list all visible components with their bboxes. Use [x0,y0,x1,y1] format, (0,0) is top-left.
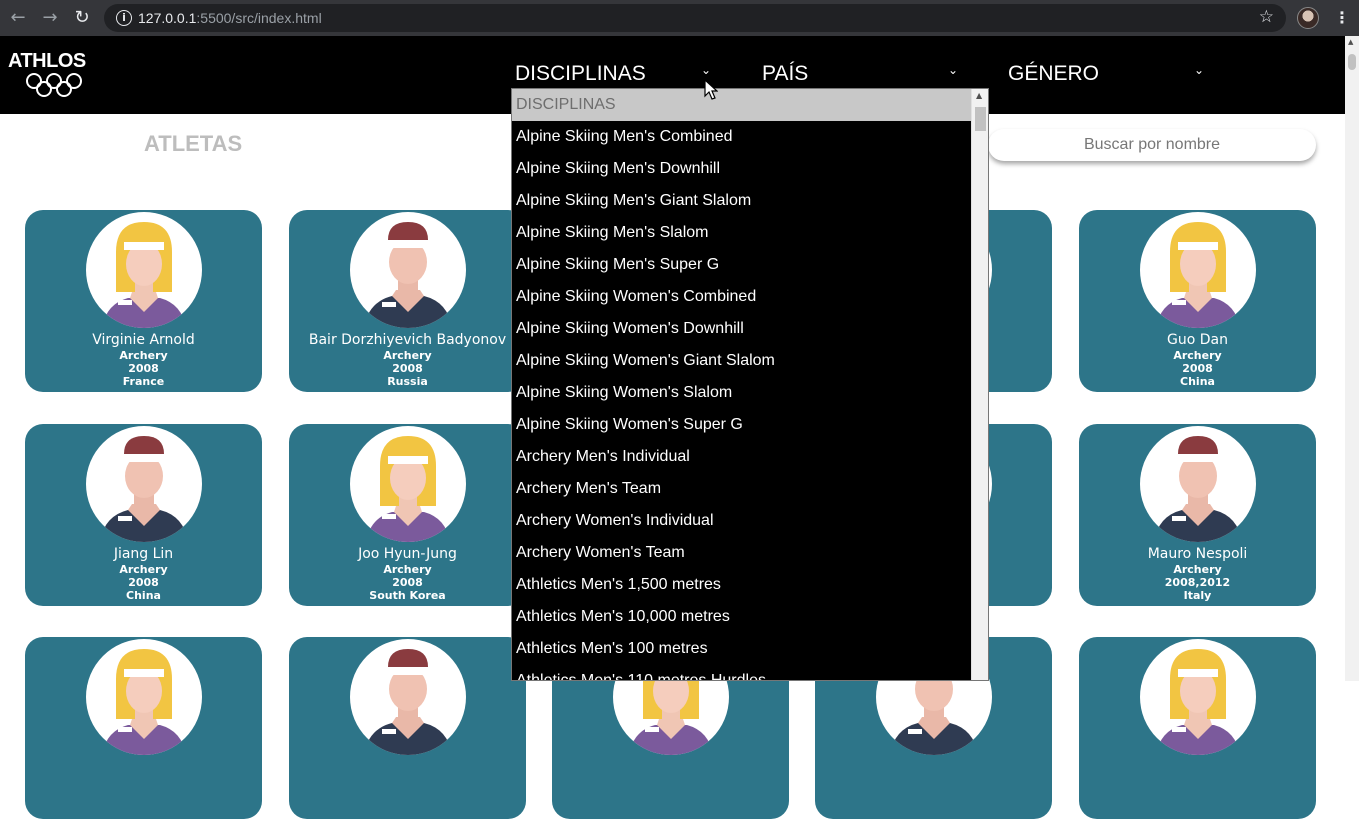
athlete-card[interactable]: Mauro Nespoli Archery 2008,2012 Italy [1079,424,1316,606]
athlete-country: Russia [387,375,428,388]
athlete-sport: Archery [119,563,168,576]
athlete-year: 2008 [128,576,159,589]
dropdown-option[interactable]: Alpine Skiing Women's Slalom [512,377,971,409]
dropdown-option[interactable]: Athletics Men's 110 metres Hurdles [512,665,971,680]
filter-disciplinas[interactable]: DISCIPLINAS ⌄ [515,60,715,90]
athlete-card[interactable] [1079,637,1316,819]
site-info-icon[interactable]: i [116,10,132,26]
athlete-sport: Archery [383,563,432,576]
filter-pais-label: PAÍS [762,62,809,85]
athlete-country: Italy [1183,589,1212,602]
dropdown-option[interactable]: Athletics Men's 10,000 metres [512,601,971,633]
athlete-year: 2008 [128,362,159,375]
athlete-country: China [126,589,161,602]
search-input[interactable]: Buscar por nombre [988,129,1316,161]
athlete-name: Guo Dan [1167,332,1228,348]
athlete-year: 2008,2012 [1164,576,1231,589]
female-athlete-icon [350,426,466,542]
disciplinas-dropdown-list[interactable]: DISCIPLINAS Alpine Skiing Men's Combined… [511,88,989,681]
page-title: ATLETAS [144,131,243,156]
dropdown-option[interactable]: Alpine Skiing Men's Combined [512,121,971,153]
athlete-year: 2008 [1182,362,1213,375]
athlete-sport: Archery [119,349,168,362]
athlete-country: China [1180,375,1215,388]
dropdown-option[interactable]: Alpine Skiing Men's Downhill [512,153,971,185]
dropdown-option-placeholder[interactable]: DISCIPLINAS [512,89,971,121]
browser-menu-icon[interactable]: ⋮ [1334,8,1350,28]
male-athlete-icon [350,639,466,755]
bookmark-star-icon[interactable]: ☆ [1259,7,1274,27]
athlete-card[interactable]: Joo Hyun-Jung Archery 2008 South Korea [289,424,526,606]
athlete-sport: Archery [1173,349,1222,362]
dropdown-option[interactable]: Alpine Skiing Men's Giant Slalom [512,185,971,217]
dropdown-option[interactable]: Archery Women's Team [512,537,971,569]
female-athlete-icon [86,212,202,328]
athlete-card[interactable]: Bair Dorzhiyevich Badyonov Archery 2008 Rus… [289,210,526,392]
athlos-logo[interactable]: ATHLOS [8,50,92,100]
dropdown-option[interactable]: Archery Men's Team [512,473,971,505]
female-athlete-icon [1140,639,1256,755]
female-athlete-icon [1140,212,1256,328]
athlete-name: Bair Dorzhiyevich Badyonov [308,332,507,348]
male-athlete-icon [350,212,466,328]
athlete-card[interactable] [289,637,526,819]
dropdown-option[interactable]: Alpine Skiing Women's Super G [512,409,971,441]
athlete-sport: Archery [1173,563,1222,576]
browser-toolbar: ← → ↻ i 127.0.0.1:5500/src/index.html ☆ … [0,0,1359,36]
dropdown-option[interactable]: Alpine Skiing Women's Giant Slalom [512,345,971,377]
filter-pais[interactable]: PAÍS ⌄ [762,60,962,90]
athlete-name: Jiang Lin [113,546,174,562]
dropdown-scroll-thumb[interactable] [975,107,986,131]
chevron-down-icon: ⌄ [948,63,959,77]
dropdown-option[interactable]: Athletics Men's 1,500 metres [512,569,971,601]
dropdown-option[interactable]: Alpine Skiing Men's Super G [512,249,971,281]
forward-arrow-icon[interactable]: → [40,8,60,28]
male-athlete-icon [1140,426,1256,542]
dropdown-option[interactable]: Alpine Skiing Women's Combined [512,281,971,313]
olympic-rings-icon [26,73,82,97]
male-athlete-icon [86,426,202,542]
page-scrollbar[interactable]: ▲ [1345,36,1359,681]
athlete-card[interactable]: Guo Dan Archery 2008 China [1079,210,1316,392]
mouse-cursor-icon [704,79,718,100]
dropdown-option[interactable]: Athletics Men's 100 metres [512,633,971,665]
filter-genero-label: GÉNERO [1008,62,1100,85]
athlete-country: France [122,375,165,388]
dropdown-option[interactable]: Alpine Skiing Men's Slalom [512,217,971,249]
dropdown-options: Alpine Skiing Men's Combined Alpine Skiin… [512,121,971,680]
dropdown-scrollbar[interactable]: ▲ [971,89,988,680]
logo-text: ATHLOS [8,50,86,72]
scroll-up-arrow-icon[interactable]: ▲ [1348,38,1353,46]
athlete-sport: Archery [383,349,432,362]
profile-avatar[interactable] [1297,7,1319,29]
athlete-year: 2008 [392,362,423,375]
athlete-country: South Korea [369,589,446,602]
athlete-name: Mauro Nespoli [1147,546,1248,562]
athlete-year: 2008 [392,576,423,589]
chevron-down-icon: ⌄ [1194,63,1205,77]
athlete-name: Virginie Arnold [92,332,195,348]
filter-disciplinas-label: DISCIPLINAS [515,62,646,85]
athlete-card[interactable] [25,637,262,819]
url-text: 127.0.0.1:5500/src/index.html [138,10,322,26]
reload-icon[interactable]: ↻ [72,8,92,28]
dropdown-option[interactable]: Archery Men's Individual [512,441,971,473]
athlete-card[interactable]: Jiang Lin Archery 2008 China [25,424,262,606]
female-athlete-icon [86,639,202,755]
back-arrow-icon[interactable]: ← [8,8,28,28]
dropdown-option[interactable]: Archery Women's Individual [512,505,971,537]
dropdown-option[interactable]: Alpine Skiing Women's Downhill [512,313,971,345]
athlete-card[interactable]: Virginie Arnold Archery 2008 France [25,210,262,392]
address-bar[interactable]: i 127.0.0.1:5500/src/index.html ☆ [104,4,1286,32]
athlete-name: Joo Hyun-Jung [358,546,457,562]
scroll-up-arrow-icon[interactable]: ▲ [976,91,982,100]
chevron-down-icon: ⌄ [701,63,712,77]
filter-genero[interactable]: GÉNERO ⌄ [1008,60,1208,90]
page-scroll-thumb[interactable] [1348,54,1356,70]
